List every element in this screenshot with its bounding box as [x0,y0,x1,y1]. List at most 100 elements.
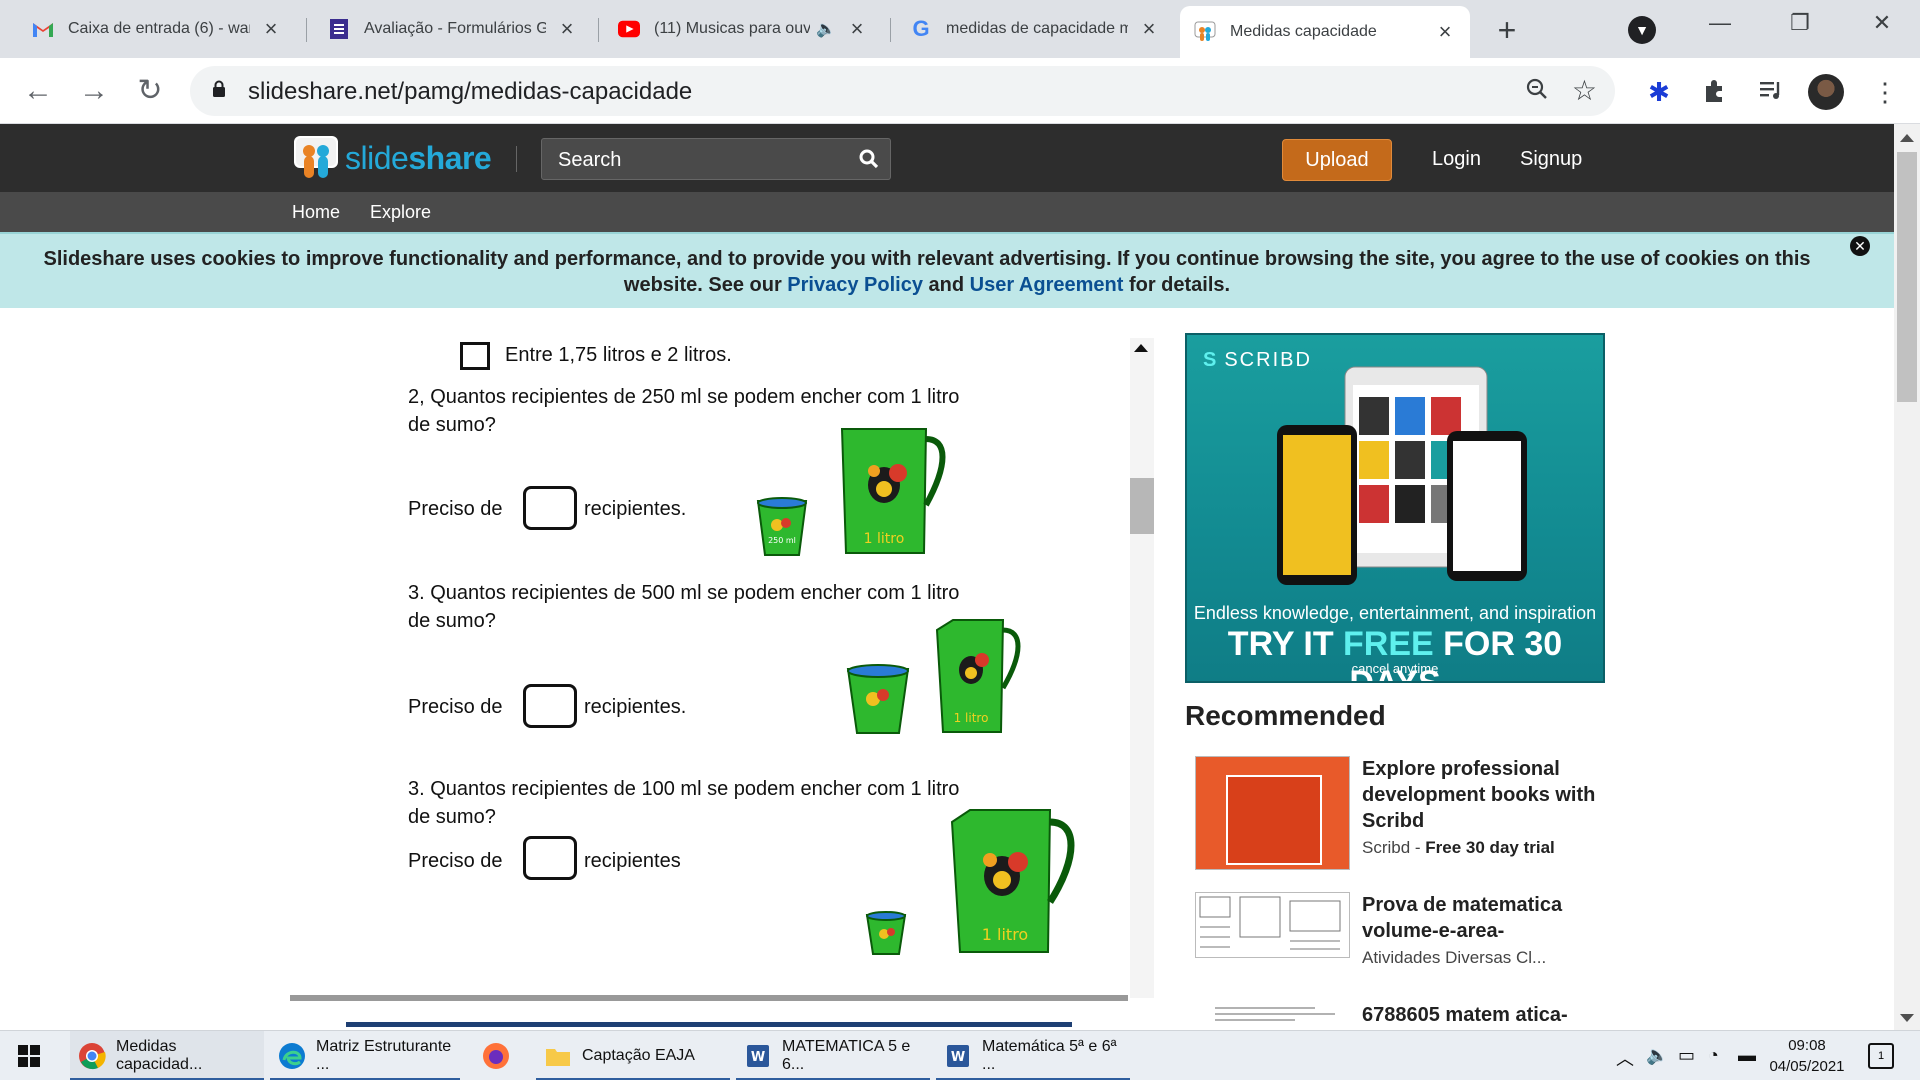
recommended-title[interactable]: Explore professional development books w… [1362,756,1597,834]
slideshare-icon [1194,21,1216,43]
recommended-thumbnail[interactable] [1195,756,1350,870]
taskbar-label: Medidas capacidad... [116,1038,203,1073]
cookie-and-text: and [922,274,970,296]
signup-link[interactable]: Signup [1520,148,1582,171]
slideshare-logo-icon[interactable] [292,134,340,182]
close-icon[interactable]: × [1434,21,1456,43]
slide-scrollbar[interactable] [1130,338,1154,998]
tab-search-button[interactable]: ▼ [1628,16,1656,44]
close-icon[interactable]: × [556,18,578,40]
nav-home[interactable]: Home [292,202,340,223]
slideshare-logo-text[interactable]: slideshare [345,140,492,177]
ad-small-print: cancel anytime [1351,661,1439,676]
cup-100ml-icon [865,911,907,955]
svg-text:W: W [951,1050,965,1065]
scribd-ad[interactable]: S SCRIBD Endless knowledge, entertainment… [1185,333,1605,683]
tab-slideshare[interactable]: Medidas capacidade × [1180,6,1470,58]
answer-box-q3b[interactable] [523,836,577,880]
battery-icon[interactable]: ▬ [1738,1045,1756,1066]
privacy-policy-link[interactable]: Privacy Policy [787,274,923,296]
tab-title: Medidas capacidade [1230,23,1377,40]
wifi-icon[interactable]: ◔ [1708,1045,1719,1066]
recommended-thumbnail[interactable] [1195,892,1350,958]
jug-label: 1 litro [982,925,1028,944]
profile-avatar[interactable] [1808,74,1844,110]
answer-box-q2[interactable] [523,486,577,530]
window-close-button[interactable]: ✕ [1862,10,1902,36]
cup-label: 250 ml [768,536,796,545]
tab-youtube[interactable]: (11) Musicas para ouvir 🔈 × [604,8,882,50]
recommended-title[interactable]: 6788605 matem atica- [1362,1002,1595,1028]
tab-strip: Caixa de entrada (6) - wanda × Avaliação… [0,0,1920,58]
recommended-thumbnail[interactable] [1195,1002,1350,1026]
recommended-title[interactable]: Prova de matematica volume-e-area- [1362,892,1597,944]
user-agreement-link[interactable]: User Agreement [970,274,1124,296]
source-name: Scribd [1362,838,1411,857]
volume-icon[interactable]: 🔈 [1646,1045,1668,1066]
close-cookie-banner-icon[interactable]: ✕ [1850,236,1870,256]
close-icon[interactable]: × [846,18,868,40]
search-placeholder: Search [558,149,622,171]
taskbar-item-folder[interactable]: Captação EAJA [536,1031,730,1080]
address-bar[interactable]: slideshare.net/pamg/medidas-capacidade ☆ [190,66,1615,116]
close-icon[interactable]: × [260,18,282,40]
preciso-de-label: Preciso de [408,696,503,718]
slideshare-header: slideshare Search Upload Login Signup [0,124,1894,192]
taskbar-clock[interactable]: 09:08 04/05/2021 [1762,1035,1852,1077]
recommended-item[interactable]: Prova de matematica volume-e-area- Ativi… [1195,892,1595,982]
taskbar-item-chrome[interactable]: Medidas capacidad... [70,1031,264,1080]
extensions-puzzle-icon[interactable] [1698,78,1732,109]
search-input[interactable]: Search [541,138,891,180]
lock-icon[interactable] [212,80,226,98]
menu-kebab-icon[interactable]: ⋮ [1868,78,1902,106]
folder-icon [546,1049,570,1066]
close-icon[interactable]: × [1138,18,1160,40]
recommended-heading: Recommended [1185,700,1386,731]
page-scrollbar[interactable] [1894,124,1920,1030]
back-button[interactable]: ← [20,74,56,108]
recommended-item[interactable]: Explore professional development books w… [1195,756,1595,876]
tab-forms[interactable]: Avaliação - Formulários Google × [314,8,592,50]
minimize-button[interactable]: — [1700,10,1740,36]
search-icon[interactable] [858,148,880,170]
media-control-icon[interactable] [1754,78,1788,107]
taskbar-item-edge[interactable]: Matriz Estruturante ... [270,1031,460,1080]
option-checkbox[interactable] [460,342,490,370]
restore-button[interactable]: ❐ [1780,10,1820,36]
nav-explore[interactable]: Explore [370,202,431,223]
tray-chevron-up-icon[interactable]: ︿ [1616,1045,1634,1071]
taskbar-item-firefox[interactable] [474,1031,532,1080]
scroll-down-arrow-icon[interactable] [1900,1014,1914,1022]
recipientes-label: recipientes. [584,696,687,718]
extension-asterisk-icon[interactable]: ✱ [1642,78,1676,106]
url-text[interactable]: slideshare.net/pamg/medidas-capacidade [248,78,692,106]
device-icon[interactable]: ▭ [1678,1045,1695,1066]
zoom-icon[interactable] [1525,77,1549,108]
taskbar-item-word-2[interactable]: W Matemática 5ª e 6ª ... [936,1031,1130,1080]
worksheet-thumbnail-icon [1215,1007,1335,1021]
answer-box-q3a[interactable] [523,684,577,728]
scroll-up-arrow-icon[interactable] [1900,134,1914,142]
bookmark-star-icon[interactable]: ☆ [1572,74,1597,107]
header-divider [516,146,517,172]
ad-cta-prefix: TRY IT [1227,625,1344,663]
notification-count: 1 [1877,1050,1885,1062]
scribd-s-icon: S [1203,349,1219,371]
page-scroll-thumb[interactable] [1897,152,1917,402]
tab-google[interactable]: G medidas de capacidade matematica × [896,8,1174,50]
taskbar-item-word-1[interactable]: W MATEMATICA 5 e 6... [736,1031,930,1080]
preciso-de-label: Preciso de [408,498,503,520]
new-tab-button[interactable]: + [1490,14,1524,46]
notification-center-icon[interactable]: 1 [1868,1043,1894,1069]
upload-button[interactable]: Upload [1282,139,1392,181]
login-link[interactable]: Login [1432,148,1481,171]
reload-button[interactable]: ↻ [132,74,168,108]
speaker-icon[interactable]: 🔈 [816,19,836,39]
scroll-up-arrow-icon[interactable] [1134,344,1148,352]
tab-gmail[interactable]: Caixa de entrada (6) - wanda × [18,8,296,50]
slide-scroll-thumb[interactable] [1130,478,1154,534]
recommended-item[interactable]: 6788605 matem atica- [1195,1002,1595,1028]
windows-start-icon[interactable] [18,1045,40,1067]
forward-button[interactable]: → [76,74,112,108]
cookie-tail-text: for details. [1123,274,1231,296]
